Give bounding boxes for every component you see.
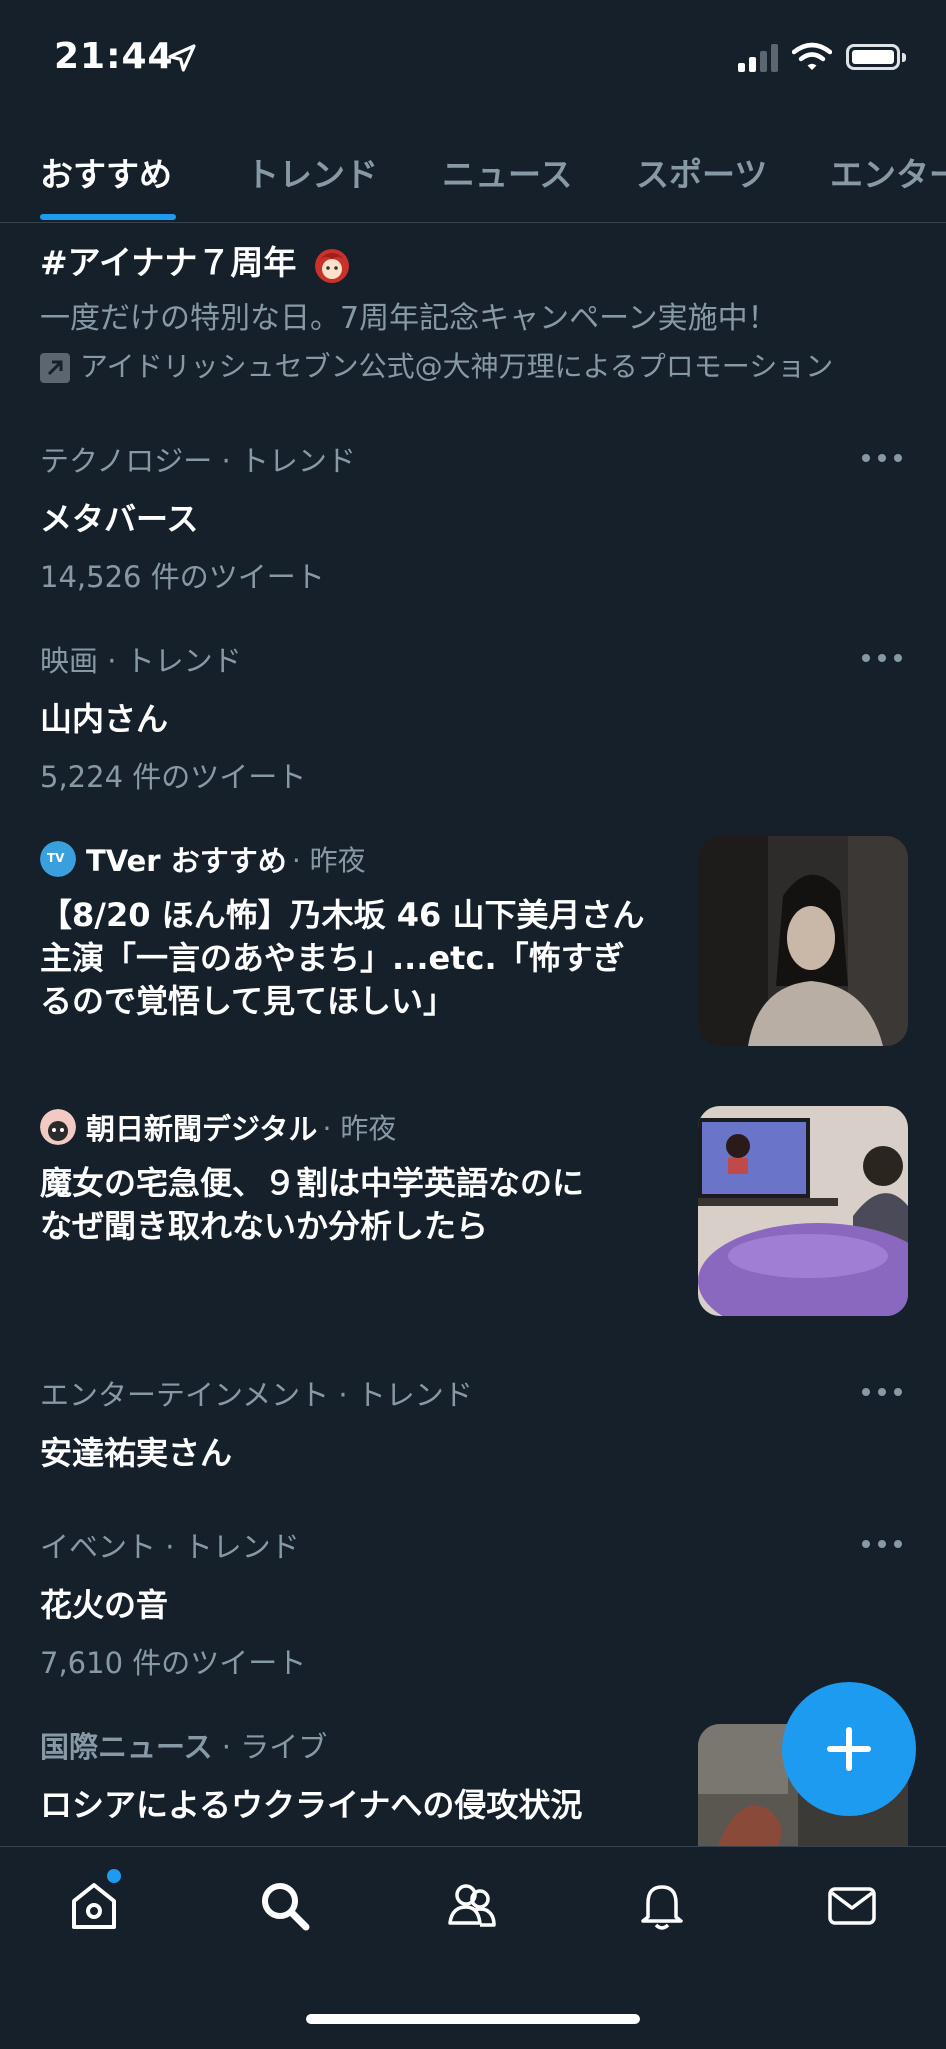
news-thumbnail[interactable]	[698, 836, 908, 1046]
more-options-icon[interactable]	[862, 450, 902, 466]
status-time: 21:44	[54, 36, 174, 77]
trend-title: メタバース	[40, 500, 199, 538]
compose-tweet-button[interactable]	[782, 1682, 916, 1816]
live-category: 国際ニュース	[40, 1730, 213, 1764]
live-title: ロシアによるウクライナへの侵攻状況	[40, 1786, 583, 1824]
trend-category: イベント · トレンド	[40, 1530, 300, 1564]
news-headline-line: 主演「一言のあやまち」...etc.「怖すぎ	[40, 939, 625, 977]
more-options-icon[interactable]	[862, 1536, 902, 1552]
news-headline-line: なぜ聞き取れないか分析したら	[40, 1207, 489, 1245]
cellular-signal-icon	[738, 42, 778, 72]
trend-title: 花火の音	[40, 1586, 169, 1624]
trend-item[interactable]: 映画 · トレンド 山内さん 5,224 件のツイート	[40, 638, 306, 796]
more-options-icon[interactable]	[862, 1384, 902, 1400]
active-tab-indicator	[40, 214, 176, 220]
news-headline-line: 【8/20 ほん怖】乃木坂 46 山下美月さん	[40, 896, 645, 934]
battery-icon	[846, 44, 906, 70]
trend-category: エンターテインメント · トレンド	[40, 1378, 473, 1412]
notifications-icon[interactable]	[634, 1877, 690, 1933]
messages-icon[interactable]	[824, 1877, 880, 1933]
tab-entertainment[interactable]: エンター	[830, 148, 946, 196]
location-arrow-icon	[168, 44, 196, 72]
news-headline-line: るので覚悟して見てほしい」	[40, 982, 456, 1020]
trend-title: 山内さん	[40, 700, 169, 738]
communities-icon[interactable]	[444, 1877, 500, 1933]
explore-tabs: おすすめ トレンド ニュース スポーツ エンター	[0, 130, 946, 223]
search-icon[interactable]	[256, 1877, 312, 1933]
promo-attribution: アイドリッシュセブン公式@大神万理によるプロモーション	[80, 349, 834, 383]
tab-sports[interactable]: スポーツ	[636, 148, 767, 196]
tab-trending[interactable]: トレンド	[246, 148, 378, 196]
trend-tweet-count: 7,610 件のツイート	[40, 1646, 307, 1680]
trend-title: 安達祐実さん	[40, 1434, 233, 1472]
news-item[interactable]: 朝日新聞デジタル · 昨夜 魔女の宅急便、９割は中学英語なのに なぜ聞き取れない…	[40, 1106, 680, 1248]
news-item[interactable]: TV TVer おすすめ · 昨夜 【8/20 ほん怖】乃木坂 46 山下美月さ…	[40, 838, 680, 1023]
news-timestamp: · 昨夜	[291, 844, 366, 877]
news-headline-line: 魔女の宅急便、９割は中学英語なのに	[40, 1164, 585, 1202]
svg-text:TV: TV	[47, 851, 65, 865]
home-icon[interactable]	[66, 1877, 122, 1933]
live-tag: · ライブ	[221, 1730, 328, 1764]
live-news-item[interactable]: 国際ニュース · ライブ ロシアによるウクライナへの侵攻状況	[40, 1724, 582, 1826]
status-indicators	[738, 42, 906, 72]
news-thumbnail[interactable]	[698, 1106, 908, 1316]
promo-title: #アイナナ７周年	[40, 243, 297, 282]
tver-avatar-icon: TV	[40, 841, 76, 877]
trend-item[interactable]: エンターテインメント · トレンド 安達祐実さん	[40, 1372, 473, 1474]
tab-recommended[interactable]: おすすめ	[40, 148, 172, 196]
trend-item[interactable]: テクノロジー · トレンド メタバース 14,526 件のツイート	[40, 438, 356, 596]
more-options-icon[interactable]	[862, 650, 902, 666]
news-timestamp: · 昨夜	[322, 1112, 397, 1145]
trend-tweet-count: 14,526 件のツイート	[40, 560, 325, 594]
home-notification-dot	[107, 1869, 121, 1883]
promo-description: 一度だけの特別な日。7周年記念キャンペーン実施中！	[40, 300, 778, 336]
trend-category: 映画 · トレンド	[40, 644, 242, 678]
news-source: 朝日新聞デジタル	[86, 1112, 318, 1146]
promoted-trend[interactable]: #アイナナ７周年 一度だけの特別な日。7周年記念キャンペーン実施中！ アイドリッ…	[40, 236, 833, 385]
wifi-icon	[792, 42, 832, 70]
trend-item[interactable]: イベント · トレンド 花火の音 7,610 件のツイート	[40, 1524, 306, 1682]
character-emoji-icon	[314, 248, 349, 283]
home-indicator[interactable]	[306, 2014, 640, 2024]
promoted-icon	[40, 352, 70, 383]
tab-news[interactable]: ニュース	[442, 148, 572, 196]
trend-tweet-count: 5,224 件のツイート	[40, 760, 307, 794]
asahi-avatar-icon	[40, 1109, 76, 1145]
trend-category: テクノロジー · トレンド	[40, 444, 356, 478]
news-source: TVer おすすめ	[86, 844, 287, 878]
status-bar: 21:44	[0, 0, 946, 120]
